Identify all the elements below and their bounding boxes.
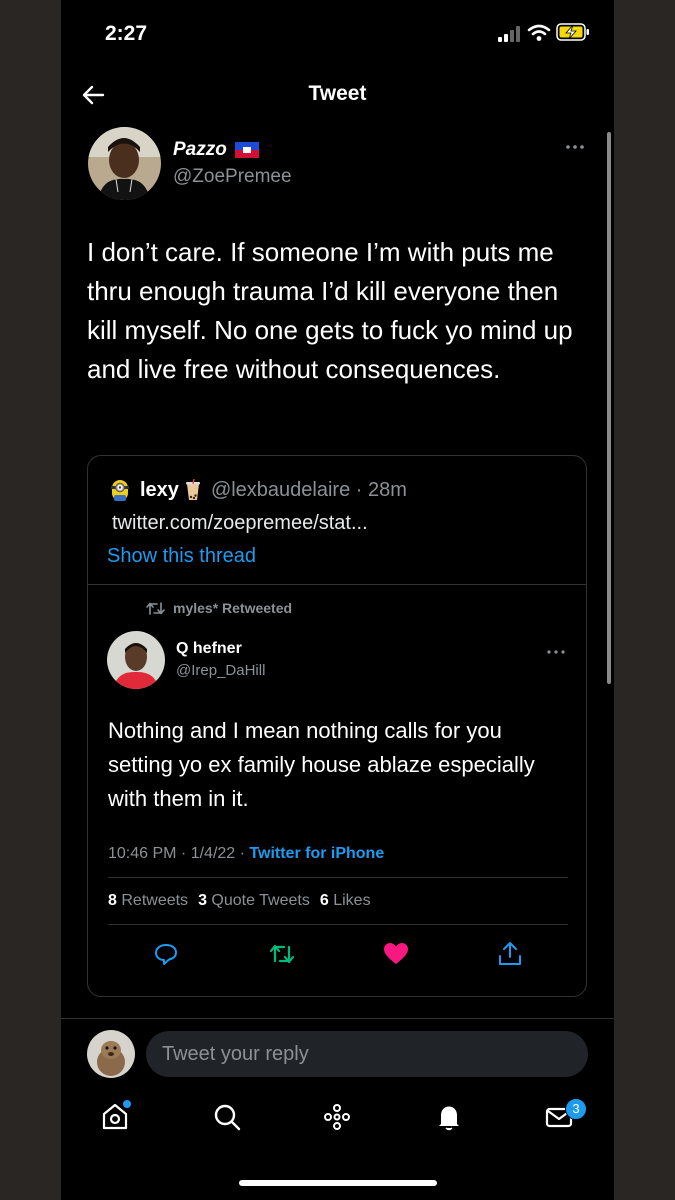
inner-author-name[interactable]: Q hefner xyxy=(176,640,242,658)
tweet-author: Pazzo @ZoePremee xyxy=(88,127,568,207)
likes-stat[interactable]: 6 Likes xyxy=(320,892,371,910)
like-heart-icon[interactable] xyxy=(382,940,410,968)
inner-author-avatar[interactable] xyxy=(107,631,165,689)
page-title: Tweet xyxy=(308,82,367,105)
inner-source-link[interactable]: Twitter for iPhone xyxy=(249,845,384,862)
inner-tweet-meta: 10:46 PM · 1/4/22 · Twitter for iPhone xyxy=(108,845,384,863)
haiti-flag-icon xyxy=(234,142,259,158)
minion-emoji-icon xyxy=(111,480,129,501)
reply-icon[interactable] xyxy=(152,940,180,968)
quote-tweets-stat[interactable]: 3 Quote Tweets xyxy=(198,892,310,910)
inner-tweet-stats: 8 Retweets 3 Quote Tweets 6 Likes xyxy=(108,892,371,910)
signal-icon xyxy=(498,26,524,42)
divider xyxy=(108,877,568,878)
status-bar: 2:27 xyxy=(61,0,614,70)
inner-author-handle[interactable]: @Irep_DaHill xyxy=(176,662,265,679)
quoted-author-row: lexy @lexbaudelaire · 28m xyxy=(108,476,407,504)
quoted-author-name[interactable]: lexy xyxy=(140,479,179,502)
author-avatar[interactable] xyxy=(88,127,161,200)
author-handle[interactable]: @ZoePremee xyxy=(173,166,292,188)
scrollbar[interactable] xyxy=(607,132,611,684)
status-time: 2:27 xyxy=(105,22,148,45)
phone-screen: 2:27 Tweet Pazzo @ZoePremee I don’t care… xyxy=(61,0,614,1200)
notifications-bell-icon[interactable] xyxy=(433,1101,465,1133)
divider xyxy=(88,584,586,585)
share-icon[interactable] xyxy=(496,940,524,968)
spaces-icon[interactable] xyxy=(321,1101,353,1133)
messages-badge: 3 xyxy=(565,1098,587,1120)
quoted-link[interactable]: twitter.com/zoepremee/stat... xyxy=(112,512,368,535)
tweet-actions xyxy=(108,936,568,976)
retweeted-by-label[interactable]: myles* Retweeted xyxy=(173,600,292,616)
quoted-tweet-card[interactable]: lexy @lexbaudelaire · 28m twitter.com/zo… xyxy=(87,455,587,997)
inner-more-options-icon[interactable] xyxy=(545,646,567,658)
retweets-stat[interactable]: 8 Retweets xyxy=(108,892,188,910)
wifi-icon xyxy=(527,24,551,41)
battery-charging-icon xyxy=(556,23,589,41)
retweet-icon xyxy=(146,601,165,615)
bottom-tab-bar: 3 xyxy=(61,1095,614,1155)
inner-tweet-text: Nothing and I mean nothing calls for you… xyxy=(108,718,535,811)
divider xyxy=(61,1018,614,1019)
more-options-icon[interactable] xyxy=(563,137,587,157)
quoted-handle-time: @lexbaudelaire · 28m xyxy=(210,478,407,501)
bubble-tea-icon xyxy=(185,479,200,500)
retweet-action-icon[interactable] xyxy=(268,940,296,968)
inner-timestamp: 10:46 PM · 1/4/22 · xyxy=(108,845,250,862)
home-notification-dot xyxy=(123,1100,131,1108)
show-thread-link[interactable]: Show this thread xyxy=(107,545,256,568)
author-name[interactable]: Pazzo xyxy=(173,139,227,161)
user-avatar[interactable] xyxy=(87,1030,135,1078)
retweeted-by-row: myles* Retweeted xyxy=(146,600,292,616)
search-icon[interactable] xyxy=(211,1101,243,1133)
tweet-text: I don’t care. If someone I’m with puts m… xyxy=(87,237,573,384)
divider xyxy=(108,924,568,925)
reply-input[interactable] xyxy=(146,1031,588,1077)
home-indicator[interactable] xyxy=(239,1180,437,1186)
top-nav: Tweet xyxy=(61,70,614,120)
